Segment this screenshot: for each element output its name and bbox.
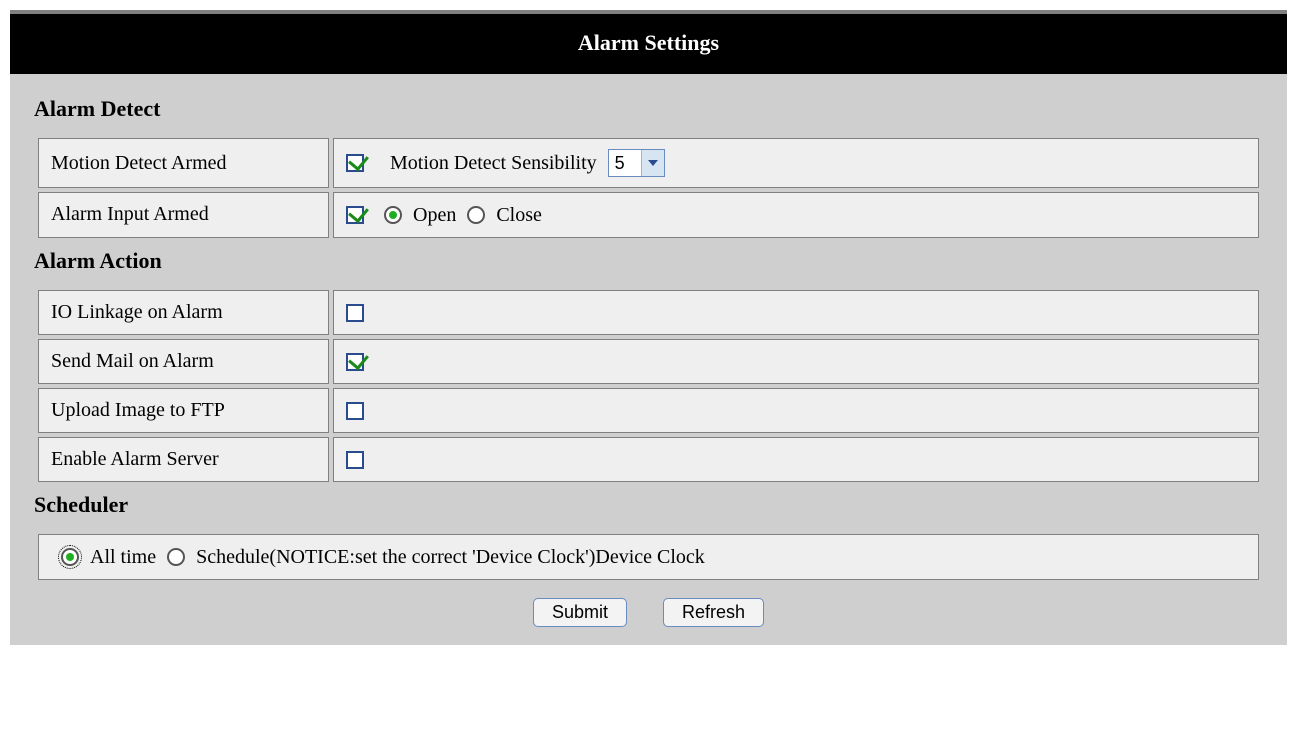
label-action-server: Enable Alarm Server <box>38 437 329 482</box>
row-motion-detect: Motion Detect Armed Motion Detect Sensib… <box>38 138 1259 188</box>
value-scheduler: All time Schedule(NOTICE:set the correct… <box>38 534 1259 580</box>
scheduler-table: All time Schedule(NOTICE:set the correct… <box>34 530 1263 584</box>
radio-scheduler-schedule[interactable] <box>167 548 185 566</box>
value-motion-detect: Motion Detect Sensibility 5 <box>333 138 1259 188</box>
settings-panel: Alarm Detect Motion Detect Armed Motion … <box>10 74 1287 645</box>
value-alarm-input: Open Close <box>333 192 1259 238</box>
value-action-io <box>333 290 1259 335</box>
label-scheduler-alltime: All time <box>90 546 156 568</box>
label-action-ftp: Upload Image to FTP <box>38 388 329 433</box>
row-scheduler: All time Schedule(NOTICE:set the correct… <box>38 534 1259 580</box>
detect-table: Motion Detect Armed Motion Detect Sensib… <box>34 134 1263 242</box>
row-alarm-input: Alarm Input Armed Open Close <box>38 192 1259 238</box>
radio-mode-close[interactable] <box>467 206 485 224</box>
page-title: Alarm Settings <box>10 14 1287 74</box>
refresh-button[interactable]: Refresh <box>663 598 764 627</box>
label-action-mail: Send Mail on Alarm <box>38 339 329 384</box>
section-title-detect: Alarm Detect <box>34 96 1263 122</box>
row-action-ftp: Upload Image to FTP <box>38 388 1259 433</box>
radio-scheduler-alltime[interactable] <box>61 548 79 566</box>
label-sensibility: Motion Detect Sensibility <box>390 152 597 174</box>
label-mode-open: Open <box>413 204 456 226</box>
row-action-server: Enable Alarm Server <box>38 437 1259 482</box>
button-row: Submit Refresh <box>34 598 1263 627</box>
checkbox-action-ftp[interactable] <box>346 402 364 420</box>
label-alarm-input: Alarm Input Armed <box>38 192 329 238</box>
checkbox-action-server[interactable] <box>346 451 364 469</box>
checkbox-alarm-input[interactable] <box>346 206 364 224</box>
checkbox-action-io[interactable] <box>346 304 364 322</box>
label-action-io: IO Linkage on Alarm <box>38 290 329 335</box>
row-action-mail: Send Mail on Alarm <box>38 339 1259 384</box>
label-motion-detect: Motion Detect Armed <box>38 138 329 188</box>
select-sensibility-value: 5 <box>609 150 641 176</box>
value-action-ftp <box>333 388 1259 433</box>
section-title-action: Alarm Action <box>34 248 1263 274</box>
label-scheduler-schedule: Schedule(NOTICE:set the correct 'Device … <box>196 546 705 568</box>
action-table: IO Linkage on AlarmSend Mail on AlarmUpl… <box>34 286 1263 486</box>
row-action-io: IO Linkage on Alarm <box>38 290 1259 335</box>
radio-mode-open[interactable] <box>384 206 402 224</box>
chevron-down-icon[interactable] <box>641 150 664 176</box>
value-action-mail <box>333 339 1259 384</box>
checkbox-motion-detect[interactable] <box>346 154 364 172</box>
checkbox-action-mail[interactable] <box>346 353 364 371</box>
submit-button[interactable]: Submit <box>533 598 627 627</box>
label-mode-close: Close <box>496 204 542 226</box>
value-action-server <box>333 437 1259 482</box>
section-title-scheduler: Scheduler <box>34 492 1263 518</box>
select-sensibility[interactable]: 5 <box>608 149 665 177</box>
